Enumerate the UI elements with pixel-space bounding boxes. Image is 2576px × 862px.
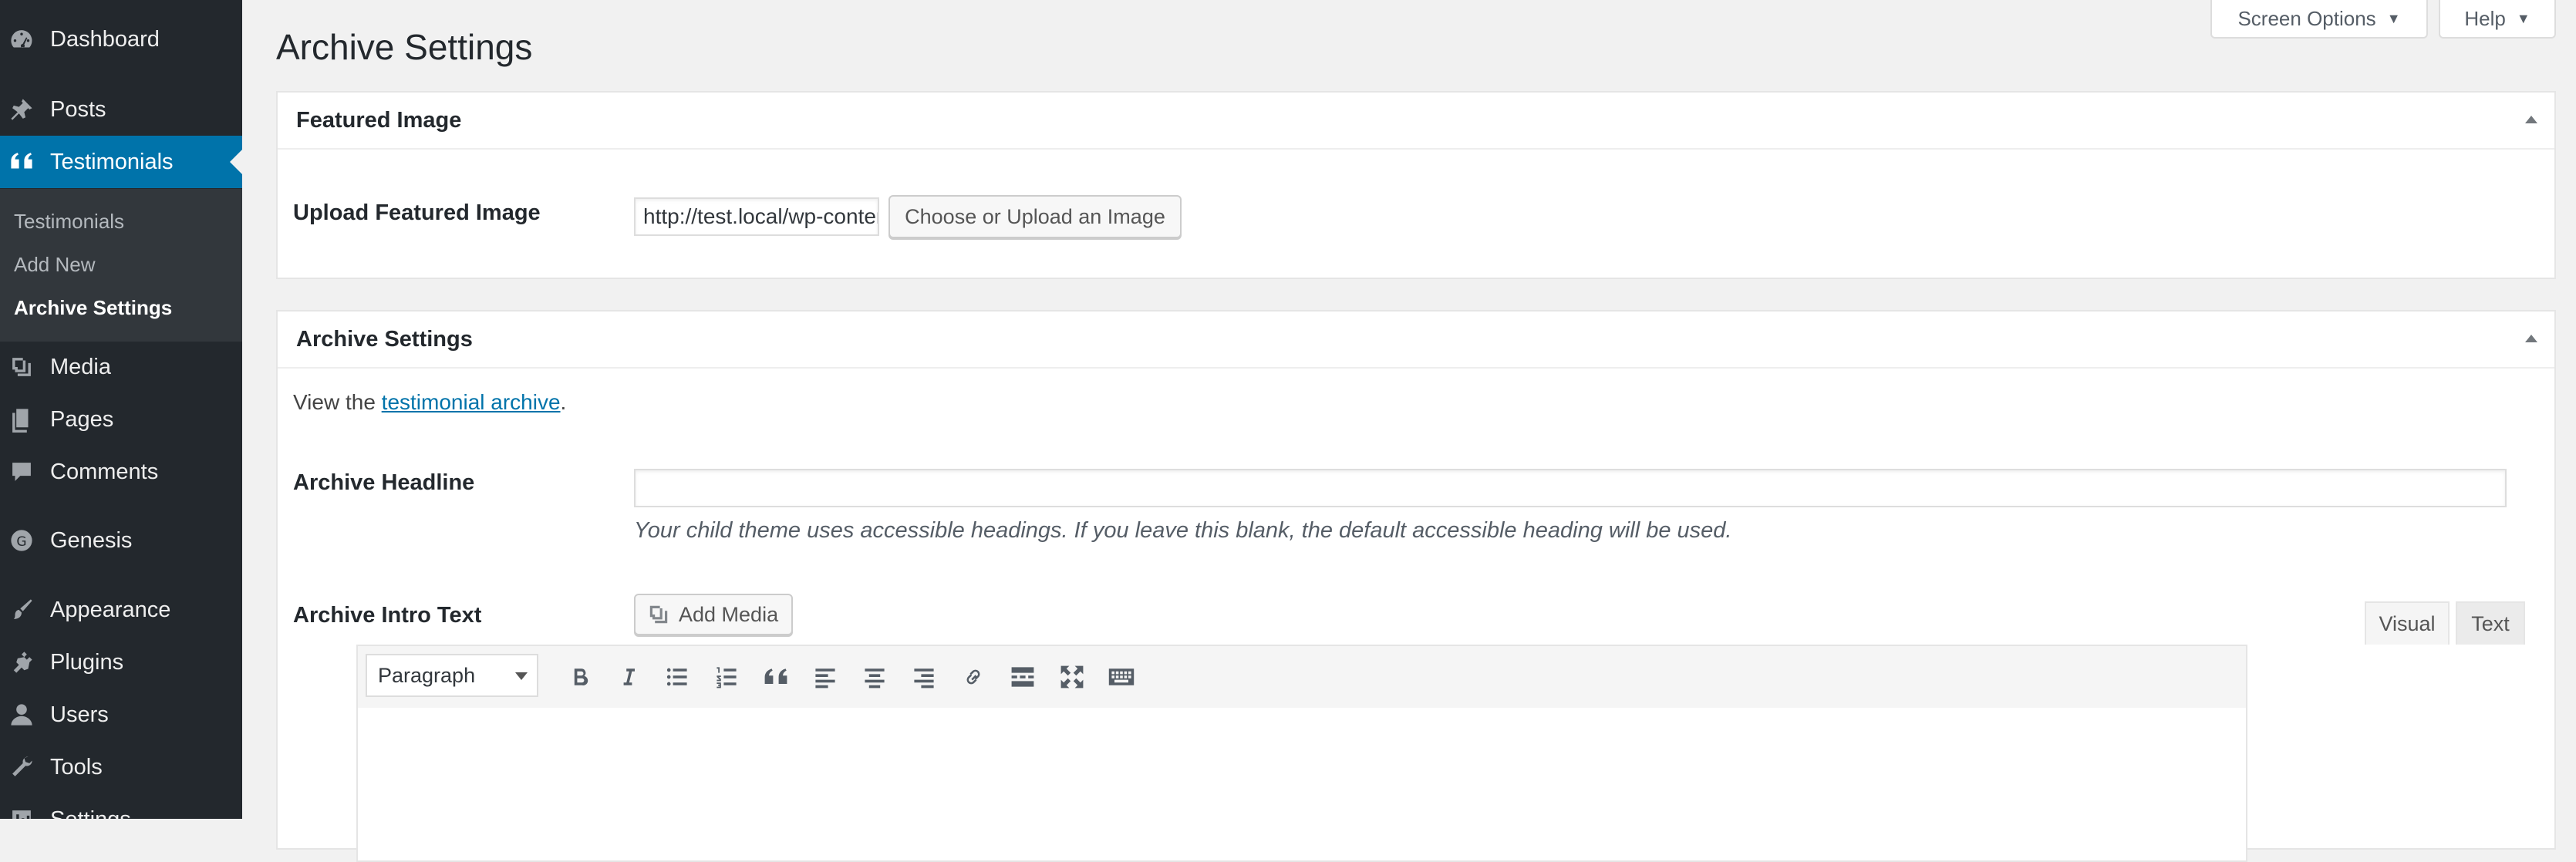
admin-sidebar: Dashboard Posts Testimonials Testimonial… bbox=[0, 0, 242, 819]
quote-icon bbox=[8, 148, 35, 176]
menu-label: Dashboard bbox=[50, 26, 160, 52]
menu-item-appearance[interactable]: Appearance bbox=[0, 584, 242, 636]
testimonials-submenu: Testimonials Add New Archive Settings bbox=[0, 189, 242, 342]
brush-icon bbox=[8, 596, 35, 624]
read-more-icon[interactable] bbox=[1006, 660, 1040, 694]
view-suffix: . bbox=[560, 390, 567, 414]
add-media-button[interactable]: Add Media bbox=[634, 594, 793, 635]
help-button[interactable]: Help ▼ bbox=[2439, 0, 2556, 39]
menu-label: Testimonials bbox=[50, 149, 174, 174]
menu-item-users[interactable]: Users bbox=[0, 689, 242, 741]
toolbar-toggle-icon[interactable] bbox=[1104, 660, 1138, 694]
featured-image-url-input[interactable]: http://test.local/wp-content/uploads/ bbox=[634, 197, 879, 236]
menu-label: Plugins bbox=[50, 649, 124, 675]
editor-toolbar: Paragraph bbox=[356, 645, 2247, 709]
menu-item-posts[interactable]: Posts bbox=[0, 83, 242, 136]
menu-item-comments[interactable]: Comments bbox=[0, 446, 242, 498]
help-label: Help bbox=[2464, 6, 2506, 30]
submenu-item-testimonials[interactable]: Testimonials bbox=[14, 210, 124, 234]
headline-description: Your child theme uses accessible heading… bbox=[634, 518, 1732, 543]
settings-icon bbox=[8, 806, 35, 819]
numbered-list-icon[interactable] bbox=[710, 660, 743, 694]
postbox-header[interactable]: Featured Image bbox=[278, 93, 2554, 150]
italic-icon[interactable] bbox=[611, 660, 645, 694]
menu-label: Settings bbox=[50, 807, 131, 820]
wrench-icon bbox=[8, 753, 35, 781]
pages-icon bbox=[8, 406, 35, 433]
menu-label: Genesis bbox=[50, 527, 133, 553]
page-title: Archive Settings bbox=[276, 27, 533, 67]
tab-visual[interactable]: Visual bbox=[2365, 601, 2450, 645]
genesis-icon: G bbox=[8, 527, 35, 554]
menu-label: Users bbox=[50, 702, 109, 727]
tab-text[interactable]: Text bbox=[2456, 601, 2525, 645]
editor-content-area[interactable] bbox=[356, 708, 2247, 862]
menu-item-dashboard[interactable]: Dashboard bbox=[0, 13, 242, 66]
menu-item-plugins[interactable]: Plugins bbox=[0, 636, 242, 689]
link-icon[interactable] bbox=[956, 660, 990, 694]
svg-text:G: G bbox=[16, 534, 26, 550]
view-archive-text: View the testimonial archive. bbox=[293, 390, 566, 415]
bold-icon[interactable] bbox=[563, 660, 597, 694]
postbox-title: Archive Settings bbox=[296, 327, 473, 352]
format-select-value: Paragraph bbox=[378, 663, 476, 687]
format-select[interactable]: Paragraph bbox=[366, 654, 538, 697]
archive-intro-text-label: Archive Intro Text bbox=[293, 603, 482, 628]
user-icon bbox=[8, 701, 35, 729]
menu-label: Comments bbox=[50, 459, 159, 484]
align-left-icon[interactable] bbox=[808, 660, 842, 694]
featured-image-postbox: Featured Image Upload Featured Image htt… bbox=[276, 91, 2556, 279]
submenu-item-archive-settings[interactable]: Archive Settings bbox=[14, 296, 172, 320]
menu-item-genesis[interactable]: G Genesis bbox=[0, 514, 242, 567]
chevron-down-icon bbox=[515, 672, 528, 680]
active-indicator bbox=[230, 150, 242, 174]
menu-item-media[interactable]: Media bbox=[0, 341, 242, 393]
plugin-icon bbox=[8, 648, 35, 676]
fullscreen-icon[interactable] bbox=[1055, 660, 1089, 694]
menu-label: Pages bbox=[50, 406, 114, 432]
submenu-item-add-new[interactable]: Add New bbox=[14, 253, 96, 277]
dropdown-arrow-icon: ▼ bbox=[2386, 10, 2401, 26]
add-media-label: Add Media bbox=[679, 602, 779, 626]
blockquote-icon[interactable] bbox=[759, 660, 793, 694]
choose-upload-image-button[interactable]: Choose or Upload an Image bbox=[888, 195, 1182, 238]
testimonial-archive-link[interactable]: testimonial archive bbox=[382, 390, 561, 414]
align-right-icon[interactable] bbox=[907, 660, 941, 694]
screen-options-button[interactable]: Screen Options ▼ bbox=[2210, 0, 2428, 39]
menu-item-settings[interactable]: Settings bbox=[0, 793, 242, 819]
archive-headline-input[interactable] bbox=[634, 469, 2507, 507]
postbox-title: Featured Image bbox=[296, 108, 462, 133]
menu-label: Appearance bbox=[50, 597, 171, 622]
collapse-toggle-icon[interactable] bbox=[2525, 335, 2537, 342]
align-center-icon[interactable] bbox=[858, 660, 892, 694]
menu-item-pages[interactable]: Pages bbox=[0, 393, 242, 446]
comment-icon bbox=[8, 458, 35, 486]
view-prefix: View the bbox=[293, 390, 382, 414]
menu-item-tools[interactable]: Tools bbox=[0, 741, 242, 793]
add-media-icon bbox=[646, 602, 671, 627]
bulleted-list-icon[interactable] bbox=[660, 660, 694, 694]
dashboard-icon bbox=[8, 25, 35, 53]
menu-item-testimonials[interactable]: Testimonials bbox=[0, 136, 242, 188]
media-icon bbox=[8, 353, 35, 381]
screen-options-label: Screen Options bbox=[2237, 6, 2376, 30]
upload-featured-image-label: Upload Featured Image bbox=[293, 200, 541, 225]
postbox-header[interactable]: Archive Settings bbox=[278, 311, 2554, 369]
menu-label: Posts bbox=[50, 96, 106, 122]
collapse-toggle-icon[interactable] bbox=[2525, 116, 2537, 123]
archive-headline-label: Archive Headline bbox=[293, 470, 475, 495]
menu-label: Media bbox=[50, 354, 111, 379]
pin-icon bbox=[8, 96, 35, 123]
menu-label: Tools bbox=[50, 754, 103, 780]
dropdown-arrow-icon: ▼ bbox=[2516, 10, 2530, 26]
